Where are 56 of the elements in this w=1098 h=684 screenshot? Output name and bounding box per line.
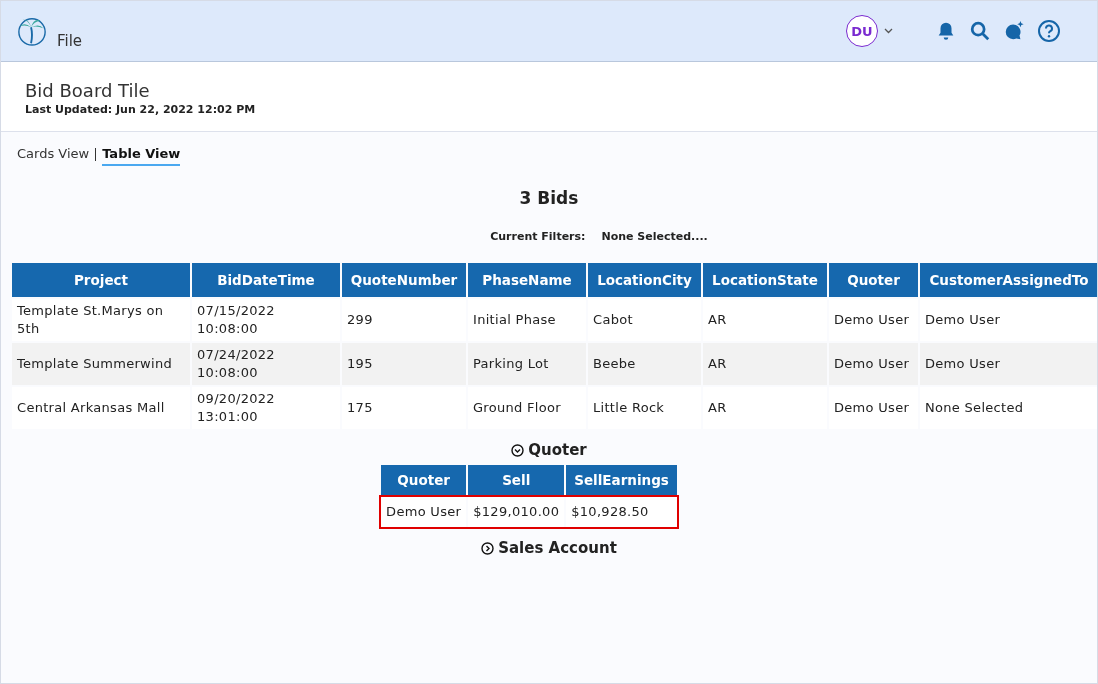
column-header[interactable]: BidDateTime	[192, 263, 340, 297]
table-cell: Parking Lot	[468, 343, 586, 385]
section-toggle[interactable]: Sales Account	[481, 539, 617, 557]
column-header[interactable]: Sell	[468, 465, 565, 495]
table-cell: Ground Floor	[468, 387, 586, 429]
table-cell: AR	[703, 387, 827, 429]
table-cell: AR	[703, 343, 827, 385]
filters-value: None Selected....	[601, 230, 708, 243]
last-updated-text: Last Updated: Jun 22, 2022 12:02 PM	[25, 103, 257, 116]
table-cell: Cabot	[588, 299, 701, 341]
table-cell: AR	[703, 299, 827, 341]
chevron-right-circle-icon	[481, 541, 495, 555]
table-cell: Beebe	[588, 343, 701, 385]
table-cell: 195	[342, 343, 466, 385]
filters-label: Current Filters:	[490, 230, 586, 243]
palm-tree-logo-icon	[17, 16, 47, 46]
column-header[interactable]: Project	[12, 263, 190, 297]
table-cell: 175	[342, 387, 466, 429]
user-avatar[interactable]: DU	[846, 15, 878, 47]
help-icon[interactable]	[1037, 19, 1061, 43]
table-cell: Demo User	[920, 343, 1097, 385]
table-cell: Template Summerwind	[12, 343, 190, 385]
table-cell: Template St.Marys on 5th	[12, 299, 190, 341]
column-header[interactable]: Quoter	[829, 263, 918, 297]
table-cell: $10,928.50	[566, 497, 677, 527]
section-toggle[interactable]: Quoter	[511, 441, 587, 459]
view-tab[interactable]: Table View	[102, 146, 181, 166]
chat-sparkle-icon[interactable]	[1003, 20, 1025, 42]
table-cell: 09/20/2022 13:01:00	[192, 387, 340, 429]
table-cell: Little Rock	[588, 387, 701, 429]
chevron-down-icon[interactable]	[884, 28, 893, 34]
bids-count: 3 Bids	[518, 188, 580, 208]
table-cell: 299	[342, 299, 466, 341]
column-header[interactable]: SellEarnings	[566, 465, 677, 495]
table-cell: Demo User	[920, 299, 1097, 341]
table-cell: Demo User	[829, 387, 918, 429]
table-cell: Demo User	[381, 497, 467, 527]
column-header[interactable]: Quoter	[381, 465, 467, 495]
page-title: Bid Board Tile	[25, 80, 151, 101]
file-menu[interactable]: File	[57, 32, 83, 50]
table-cell: Demo User	[829, 299, 918, 341]
table-cell: None Selected	[920, 387, 1097, 429]
table-cell: Central Arkansas Mall	[12, 387, 190, 429]
column-header[interactable]: PhaseName	[468, 263, 586, 297]
table-cell: $129,010.00	[468, 497, 565, 527]
table-cell: 07/24/2022 10:08:00	[192, 343, 340, 385]
view-tab[interactable]: Cards View	[17, 146, 90, 166]
column-header[interactable]: QuoteNumber	[342, 263, 466, 297]
table-cell: Initial Phase	[468, 299, 586, 341]
column-header[interactable]: LocationState	[703, 263, 827, 297]
column-header[interactable]: LocationCity	[588, 263, 701, 297]
search-icon[interactable]	[969, 20, 991, 42]
table-cell: 07/15/2022 10:08:00	[192, 299, 340, 341]
table-cell: Demo User	[829, 343, 918, 385]
column-header[interactable]: CustomerAssignedTo	[920, 263, 1097, 297]
chevron-down-circle-icon	[511, 443, 525, 457]
